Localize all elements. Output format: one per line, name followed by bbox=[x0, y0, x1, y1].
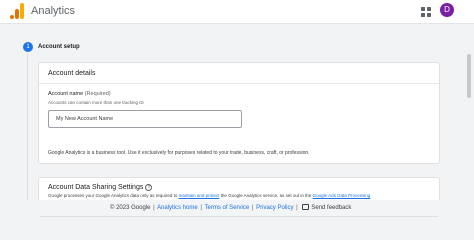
account-name-label: Account name (Required) bbox=[48, 91, 111, 98]
data-sharing-description: Google processes your Google Analytics d… bbox=[48, 193, 370, 199]
analytics-home-link[interactable]: Analytics home bbox=[157, 205, 198, 211]
required-marker: (Required) bbox=[84, 91, 111, 97]
copyright-text: © 2023 Google bbox=[110, 205, 151, 211]
account-name-hint: Accounts can contain more than one track… bbox=[48, 100, 144, 105]
analytics-logo-icon[interactable] bbox=[10, 3, 24, 19]
app-title[interactable]: Analytics bbox=[31, 4, 75, 18]
footer-separator: | bbox=[153, 205, 155, 211]
card-divider bbox=[39, 83, 439, 84]
account-name-label-text: Account name bbox=[48, 91, 84, 97]
maintain-protect-link[interactable]: maintain and protect bbox=[179, 193, 220, 198]
stepper-line bbox=[27, 53, 28, 213]
account-details-card: Account details Account name (Required) … bbox=[38, 62, 440, 164]
data-sharing-title-text: Account Data Sharing Settings bbox=[48, 184, 144, 191]
send-feedback-link[interactable]: Send feedback bbox=[311, 205, 351, 211]
footer-links: © 2023 Google | Analytics home | Terms o… bbox=[110, 204, 351, 212]
help-circle-icon[interactable]: ? bbox=[145, 184, 153, 191]
desc-prefix: Google processes your Google Analytics d… bbox=[48, 193, 179, 198]
data-sharing-title: Account Data Sharing Settings? bbox=[48, 183, 153, 192]
top-app-bar: Analytics D bbox=[0, 0, 474, 24]
desc-middle: the Google Analytics service, as set out… bbox=[219, 193, 313, 198]
account-name-input[interactable] bbox=[48, 110, 242, 128]
footer-separator: | bbox=[296, 205, 298, 211]
apps-grid-icon[interactable] bbox=[421, 7, 431, 17]
step-label-account-setup: Account setup bbox=[38, 44, 80, 50]
privacy-policy-link[interactable]: Privacy Policy bbox=[256, 205, 293, 211]
terms-of-service-link[interactable]: Terms of Service bbox=[205, 205, 250, 211]
footer-separator: | bbox=[251, 205, 254, 211]
footer-separator: | bbox=[200, 205, 202, 211]
account-avatar[interactable]: D bbox=[440, 3, 454, 17]
ads-data-processing-link[interactable]: Google Ads Data Processing bbox=[313, 193, 371, 198]
feedback-icon[interactable] bbox=[302, 204, 310, 210]
page-footer: © 2023 Google | Analytics home | Terms o… bbox=[0, 200, 474, 216]
scrollbar-thumb[interactable] bbox=[467, 54, 471, 98]
business-use-note: Google Analytics is a business tool. Use… bbox=[48, 150, 310, 156]
account-details-title: Account details bbox=[48, 70, 96, 77]
step-number-badge: 1 bbox=[23, 42, 33, 52]
